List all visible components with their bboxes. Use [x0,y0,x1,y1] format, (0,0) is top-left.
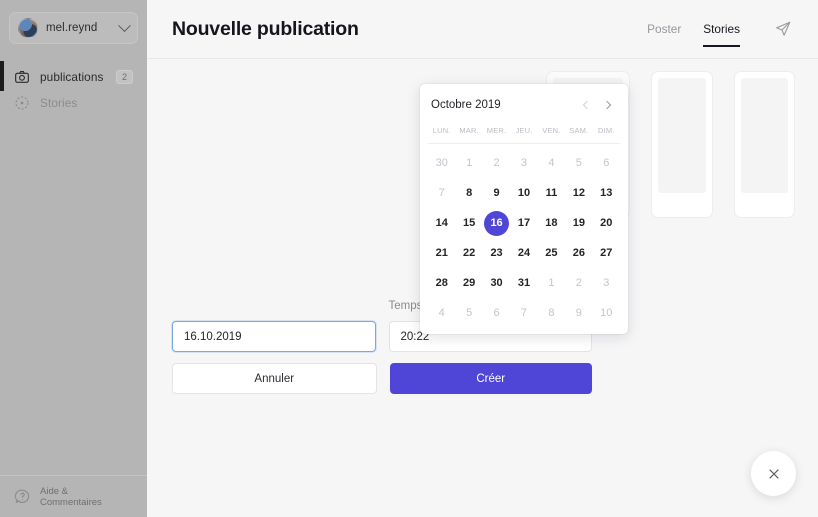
send-button[interactable] [770,16,796,42]
date-cell[interactable]: 8 [455,178,482,208]
tab-bar: Poster Stories [647,0,740,59]
page-title: Nouvelle publication [172,17,359,40]
date-cell: 1 [466,157,473,169]
date-cell: 3 [520,157,528,169]
help-label-line2: Commentaires [40,496,102,508]
date-cell: 6 [603,157,610,169]
media-card-placeholder [658,78,706,193]
date-cell[interactable]: 29 [455,268,482,298]
media-card[interactable] [734,72,794,217]
question-mark-icon [14,489,30,504]
date-cell[interactable]: 28 [428,268,455,298]
sidebar-item-publications[interactable]: publications 2 [0,61,147,91]
date-cell[interactable]: 13 [593,178,620,208]
date-cell[interactable]: 18 [538,208,565,238]
help-label: Aide & Commentaires [40,486,102,508]
sidebar-item-stories-label: Stories [40,96,78,110]
date-cell[interactable]: 21 [428,238,455,268]
date-cell: 8 [548,307,555,319]
date-picker-month-label: Octobre 2019 [431,99,501,111]
help-label-line1: Aide & [40,485,68,497]
selected-day-marker: 16 [484,210,510,236]
date-cell[interactable]: 23 [483,238,510,268]
chevron-left-icon [582,100,592,110]
date-picker-header: Octobre 2019 [428,94,620,116]
dialog-actions: Annuler Créer [172,363,592,394]
date-cell: 5 [575,157,582,169]
date-cell: 7 [438,187,445,199]
cancel-button[interactable]: Annuler [172,363,377,394]
help-and-feedback-button[interactable]: Aide & Commentaires [0,475,147,517]
tab-stories[interactable]: Stories [703,0,740,59]
account-switcher[interactable]: mel.reynd [9,12,138,44]
chevron-down-icon [118,18,131,32]
date-cell[interactable]: 24 [510,238,537,268]
prev-month-button[interactable] [577,95,597,115]
date-cell[interactable]: 31 [510,268,537,298]
sidebar-item-stories[interactable]: Stories [0,90,147,116]
weekday-label: MER. [486,126,507,135]
date-cell: 6 [493,307,500,319]
date-cell: 2 [493,157,500,169]
main-panel: Nouvelle publication Poster Stories 16.1… [147,0,818,517]
date-cell[interactable]: 11 [538,178,565,208]
media-card[interactable] [652,72,712,217]
weekday-header-row: LUN. MAR. MER. JEU. VEN. SAM. DIM. [428,121,620,141]
date-cell: 4 [548,157,555,169]
date-cell: 3 [603,277,610,289]
chevron-right-icon [602,100,612,110]
weekday-label: DIM. [597,126,615,135]
next-month-button[interactable] [597,95,617,115]
publications-count-badge: 2 [116,70,133,84]
weekday-label: LUN. [432,126,451,135]
media-card-placeholder [740,78,788,193]
date-cell[interactable]: 20 [593,208,620,238]
create-button[interactable]: Créer [389,363,592,394]
weekday-label: JEU. [515,126,533,135]
sidebar-nav: publications 2 Stories [0,61,147,116]
date-cell[interactable]: 27 [593,238,620,268]
sidebar-item-publications-label: publications [40,70,104,84]
date-cell[interactable]: 14 [428,208,455,238]
camera-icon [15,71,29,83]
date-cell: 5 [466,307,473,319]
date-cell[interactable]: 26 [565,238,592,268]
date-grid: 30 1 2 3 4 5 6 7 8 9 10 11 12 13 14 15 16 17 18 19 20 21 22 23 2… [428,148,620,328]
date-cell-selected[interactable]: 16 [483,208,510,238]
date-cell[interactable]: 22 [455,238,482,268]
date-cell[interactable]: 19 [565,208,592,238]
date-input[interactable]: 16.10.2019 [172,321,376,352]
date-cell[interactable]: 30 [483,268,510,298]
date-picker-divider [428,143,620,144]
date-field-label [172,300,376,314]
date-cell: 9 [575,307,582,319]
weekday-label: MAR. [459,126,479,135]
date-field-group: 16.10.2019 [172,300,376,352]
date-cell[interactable]: 12 [565,178,592,208]
date-cell: 30 [435,157,448,169]
weekday-label: VEN. [542,126,561,135]
date-cell: 1 [548,277,555,289]
close-dialog-button[interactable] [751,451,796,496]
user-avatar [18,18,38,38]
date-cell: 2 [575,277,582,289]
account-name: mel.reynd [46,22,98,34]
date-picker-popup: Octobre 2019 LUN. MAR. MER. JEU. VEN. SA… [420,84,628,334]
date-cell[interactable]: 25 [538,238,565,268]
date-cell[interactable]: 15 [455,208,482,238]
sidebar: mel.reynd publications 2 Stories Aide & … [0,0,147,517]
tab-poster[interactable]: Poster [647,0,681,59]
date-cell: 10 [600,307,613,319]
date-cell[interactable]: 17 [510,208,537,238]
close-x-icon [768,468,779,479]
date-cell: 7 [520,307,528,319]
date-cell[interactable]: 9 [483,178,510,208]
date-cell[interactable]: 10 [510,178,537,208]
top-bar: Nouvelle publication Poster Stories [147,0,818,59]
date-cell: 4 [438,307,445,319]
weekday-label: SAM. [569,126,589,135]
circle-dot-icon [15,96,29,110]
send-paper-plane-icon [776,21,791,36]
app-root: mel.reynd publications 2 Stories Aide & … [0,0,818,517]
